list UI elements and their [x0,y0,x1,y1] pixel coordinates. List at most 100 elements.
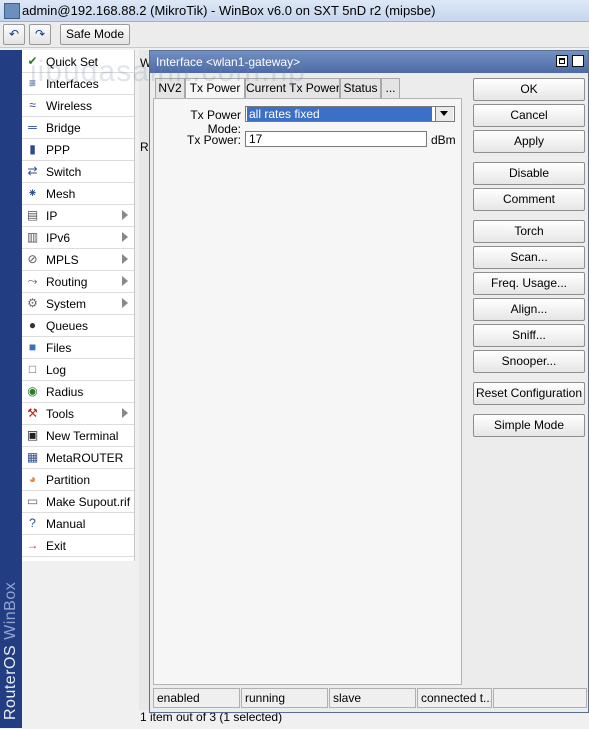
sidebar-item-ipv6[interactable]: ▥ IPv6 [22,227,134,249]
brand-text-winbox: WinBox [2,581,19,640]
close-button[interactable]: ✕ [572,54,584,67]
sidebar-item-exit[interactable]: → Exit [22,535,134,557]
redo-icon: ↷ [34,27,46,41]
bridge-icon: ═ [28,120,37,134]
tx-power-label: Tx Power: [186,133,241,147]
sidebar-item-tools[interactable]: ⚒ Tools [22,403,134,425]
tx-power-input[interactable]: 17 [245,131,427,147]
sidebar-item-label: Files [46,341,72,355]
sidebar-item-bridge[interactable]: ═ Bridge [22,117,134,139]
sidebar-item-new-terminal[interactable]: ▣ New Terminal [22,425,134,447]
sidebar-item-ppp[interactable]: ▮ PPP [22,139,134,161]
sidebar-item-make-supout-rif[interactable]: ▭ Make Supout.rif [22,491,134,513]
redo-button[interactable]: ↷ [29,24,51,45]
align-button[interactable]: Align... [473,298,585,321]
sidebar-item-mesh[interactable]: ⁕ Mesh [22,183,134,205]
sidebar-item-label: Radius [46,385,84,399]
status-connected: connected t... [417,688,492,708]
tx-power-unit: dBm [431,133,456,147]
close-icon: ✕ [574,54,584,66]
sidebar-item-label: Queues [46,319,89,333]
torch-button[interactable]: Torch [473,220,585,243]
background-row-marker: R [140,140,149,154]
ok-button[interactable]: OK [473,78,585,101]
status-running: running [241,688,328,708]
sidebar-item-log[interactable]: □ Log [22,359,134,381]
maximize-icon [559,58,565,64]
mpls-icon: ⊘ [27,252,38,266]
submenu-arrow-icon [122,276,128,286]
scan-button[interactable]: Scan... [473,246,585,269]
undo-button[interactable]: ↶ [3,24,25,45]
sidebar-item-label: Make Supout.rif [46,495,131,509]
brand-text: RouterOS WinBox [2,582,20,720]
apply-button[interactable]: Apply [473,130,585,153]
brand-strip: RouterOS WinBox [0,50,22,728]
sidebar-item-switch[interactable]: ⇄ Switch [22,161,134,183]
files-icon: ■ [28,340,37,354]
sidebar-item-radius[interactable]: ◉ Radius [22,381,134,403]
disable-button[interactable]: Disable [473,162,585,185]
routing-icon: ⤳ [27,274,38,288]
window-title-bar: admin@192.168.88.2 (MikroTik) - WinBox v… [0,0,589,22]
cancel-button[interactable]: Cancel [473,104,585,127]
sidebar-item-label: Partition [46,473,91,487]
submenu-arrow-icon [122,254,128,264]
snooper-button[interactable]: Snooper... [473,350,585,373]
freq-usage-button[interactable]: Freq. Usage... [473,272,585,295]
sidebar-item-manual[interactable]: ? Manual [22,513,134,535]
brand-text-routeros: RouterOS [2,644,19,720]
sidebar-item-system[interactable]: ⚙ System [22,293,134,315]
sidebar-item-metarouter[interactable]: ▦ MetaROUTER [22,447,134,469]
sidebar-item-label: Bridge [46,121,81,135]
sidebar-item-label: Wireless [46,99,93,113]
ipv6-icon: ▥ [26,230,39,244]
sidebar-item-files[interactable]: ■ Files [22,337,134,359]
toolbar: ↶ ↷ Safe Mode [0,22,589,48]
ppp-icon: ▮ [29,142,36,156]
sidebar-item-label: New Terminal [46,429,119,443]
tab-panel-tx-power [153,98,462,685]
sidebar-item-label: Exit [46,539,67,553]
ip-icon: ▤ [26,208,39,222]
queues-icon: ● [28,318,37,332]
tab-more[interactable]: ... [381,78,400,98]
terminal-icon: ▣ [26,428,39,442]
sidebar-item-label: Tools [46,407,75,421]
sidebar-item-label: Mesh [46,187,76,201]
sidebar-item-ip[interactable]: ▤ IP [22,205,134,227]
log-icon: □ [28,362,37,376]
safe-mode-button[interactable]: Safe Mode [60,24,130,45]
sidebar-item-label: MetaROUTER [46,451,124,465]
comment-button[interactable]: Comment [473,188,585,211]
sidebar-item-label: MPLS [46,253,79,267]
supout-icon: ▭ [26,494,39,508]
metarouter-icon: ▦ [26,450,39,464]
sidebar-item-label: System [46,297,87,311]
maximize-button[interactable] [556,55,568,67]
interface-dialog: Interface <wlan1-gateway> ✕ NV2 Tx Power… [149,50,589,713]
exit-icon: → [26,538,39,552]
sidebar-item-wireless[interactable]: ≈ Wireless [22,95,134,117]
sidebar-item-label: IP [46,209,58,223]
tab-status[interactable]: Status [340,78,381,98]
partition-icon: ◕ [28,472,37,486]
simple-mode-button[interactable]: Simple Mode [473,414,585,437]
sidebar-item-partition[interactable]: ◕ Partition [22,469,134,491]
tools-icon: ⚒ [27,406,38,420]
switch-icon: ⇄ [27,164,38,178]
tx-power-mode-select[interactable]: all rates fixed [245,106,455,122]
watermark-text: jipudasainit.com.np [30,55,306,88]
sidebar-item-routing[interactable]: ⤳ Routing [22,271,134,293]
reset-configuration-button[interactable]: Reset Configuration [473,382,585,405]
tx-power-mode-label: Tx Power Mode: [190,108,241,136]
dropdown-arrow-icon[interactable] [435,107,453,121]
sidebar-item-label: Manual [46,517,86,531]
wireless-icon: ≈ [29,98,36,112]
sidebar-item-label: PPP [46,143,71,157]
sidebar-item-label: IPv6 [46,231,71,245]
sniff-button[interactable]: Sniff... [473,324,585,347]
sidebar-item-queues[interactable]: ● Queues [22,315,134,337]
sidebar-item-mpls[interactable]: ⊘ MPLS [22,249,134,271]
manual-icon: ? [29,516,36,530]
